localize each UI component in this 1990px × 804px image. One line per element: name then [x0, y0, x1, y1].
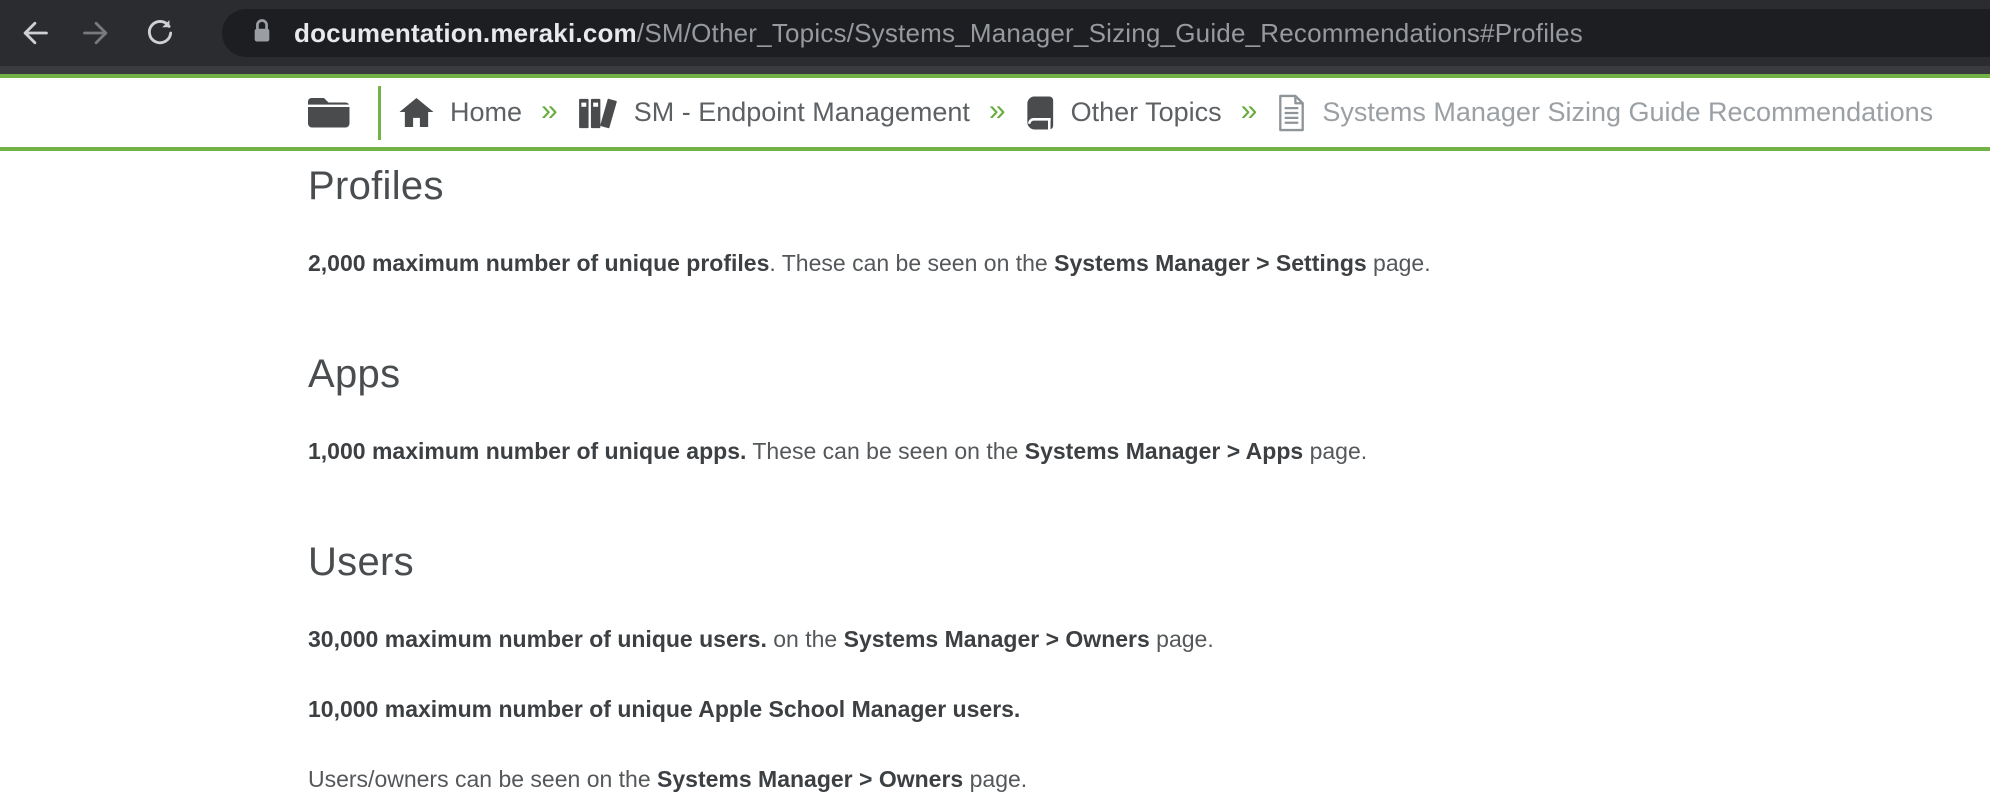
library-icon — [577, 96, 619, 130]
reload-icon — [144, 17, 176, 49]
text-segment: Systems Manager > Apps — [1024, 438, 1304, 464]
url-domain: documentation.meraki.com — [294, 17, 637, 48]
text-segment: These can be seen on the — [746, 438, 1025, 464]
breadcrumb: Home » SM - Endpoint Management » Other … — [0, 78, 1990, 147]
breadcrumb-sm-link[interactable]: SM - Endpoint Management — [577, 96, 970, 130]
chevron-separator-icon: » — [541, 93, 558, 127]
book-icon — [1025, 95, 1056, 131]
text-segment: 1,000 maximum number of unique apps. — [308, 438, 747, 464]
url-path: /SM/Other_Topics/Systems_Manager_Sizing_… — [636, 17, 1584, 48]
forward-button[interactable] — [82, 15, 112, 51]
back-button[interactable] — [19, 15, 49, 51]
breadcrumb-divider — [378, 85, 381, 140]
text-segment: page. — [1303, 438, 1368, 464]
section-users: Users 30,000 maximum number of unique us… — [308, 536, 1950, 794]
breadcrumb-home-label: Home — [450, 97, 523, 127]
text-segment: Systems Manager > Settings — [1054, 250, 1367, 276]
chevron-separator-icon: » — [1240, 93, 1258, 127]
breadcrumb-other-topics-link[interactable]: Other Topics — [1025, 95, 1222, 131]
apps-limit-paragraph: 1,000 maximum number of unique apps. The… — [308, 436, 1950, 466]
section-heading-users: Users — [308, 540, 414, 584]
text-segment: 30,000 maximum number of unique users. — [308, 626, 767, 652]
reload-button[interactable] — [145, 15, 175, 51]
home-icon — [398, 96, 435, 129]
text-segment: page. — [963, 766, 1028, 792]
text-segment: . These can be seen on the — [769, 250, 1055, 276]
text-segment: Users/owners can be seen on the — [308, 766, 658, 792]
browser-toolbar: documentation.meraki.com/SM/Other_Topics… — [0, 0, 1990, 66]
breadcrumb-current-page-label: Systems Manager Sizing Guide Recommendat… — [1322, 97, 1934, 127]
breadcrumb-home-link[interactable]: Home — [398, 96, 522, 129]
text-segment: page. — [1149, 626, 1214, 652]
text-segment: Systems Manager > Owners — [657, 766, 964, 792]
text-segment: Systems Manager > Owners — [843, 626, 1150, 652]
users-limit-paragraph: 30,000 maximum number of unique users. o… — [308, 624, 1950, 654]
section-heading-profiles: Profiles — [308, 164, 444, 208]
url-text: documentation.meraki.com/SM/Other_Topics… — [294, 18, 1583, 49]
browser-window: documentation.meraki.com/SM/Other_Topics… — [0, 0, 1990, 804]
section-profiles: Profiles 2,000 maximum number of unique … — [308, 160, 1950, 278]
document-icon — [1276, 94, 1307, 132]
page-header-strip — [0, 66, 1990, 74]
text-segment: page. — [1366, 250, 1431, 276]
article-content: Profiles 2,000 maximum number of unique … — [0, 160, 1990, 794]
chevron-separator-icon: » — [988, 93, 1006, 127]
asm-users-limit-paragraph: 10,000 maximum number of unique Apple Sc… — [308, 694, 1950, 724]
folder-toggle-button[interactable] — [306, 95, 352, 131]
breadcrumb-current-page[interactable]: Systems Manager Sizing Guide Recommendat… — [1276, 94, 1933, 132]
forward-arrow-icon — [81, 17, 113, 49]
profiles-limit-paragraph: 2,000 maximum number of unique profiles.… — [308, 248, 1950, 278]
text-segment: on the — [766, 626, 844, 652]
breadcrumb-sm-label: SM - Endpoint Management — [633, 97, 970, 127]
section-apps: Apps 1,000 maximum number of unique apps… — [308, 348, 1950, 466]
users-owners-note-paragraph: Users/owners can be seen on the Systems … — [308, 764, 1950, 794]
breadcrumb-other-topics-label: Other Topics — [1070, 97, 1222, 127]
back-arrow-icon — [18, 17, 50, 49]
section-heading-apps: Apps — [308, 352, 401, 396]
green-bottom-rule — [0, 147, 1990, 151]
folder-icon — [306, 95, 352, 131]
text-segment: 10,000 maximum number of unique Apple Sc… — [308, 696, 1021, 722]
text-segment: 2,000 maximum number of unique profiles — [308, 250, 770, 276]
lock-icon[interactable] — [251, 17, 273, 50]
url-bar[interactable]: documentation.meraki.com/SM/Other_Topics… — [222, 9, 1990, 57]
